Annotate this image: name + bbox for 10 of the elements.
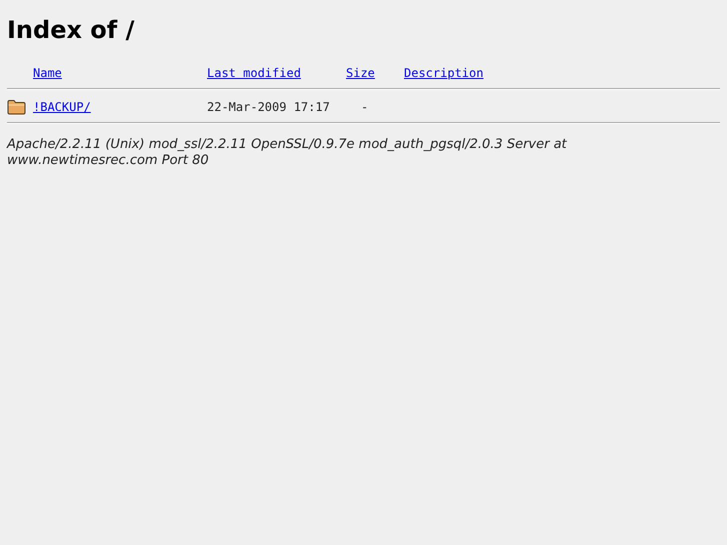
column-header-link[interactable]: Size <box>346 66 375 80</box>
column-header-link[interactable]: Description <box>404 66 484 80</box>
modified-date: 22-Mar-2009 17:17 <box>207 100 330 114</box>
page-heading: Index of / <box>7 16 136 44</box>
column-header-link[interactable]: Last modified <box>207 66 301 80</box>
server-signature: Apache/2.2.11 (Unix) mod_ssl/2.2.11 OpenSSL/0.9.7e mod_auth_pgsql/2.0.3 Server at www.newtimesrec.com Port 80 <box>7 137 568 169</box>
entry-link[interactable]: !BACKUP/ <box>33 100 91 114</box>
column-header-link[interactable]: Name <box>33 66 62 80</box>
folder-icon <box>7 98 26 114</box>
file-size: - <box>361 100 368 114</box>
